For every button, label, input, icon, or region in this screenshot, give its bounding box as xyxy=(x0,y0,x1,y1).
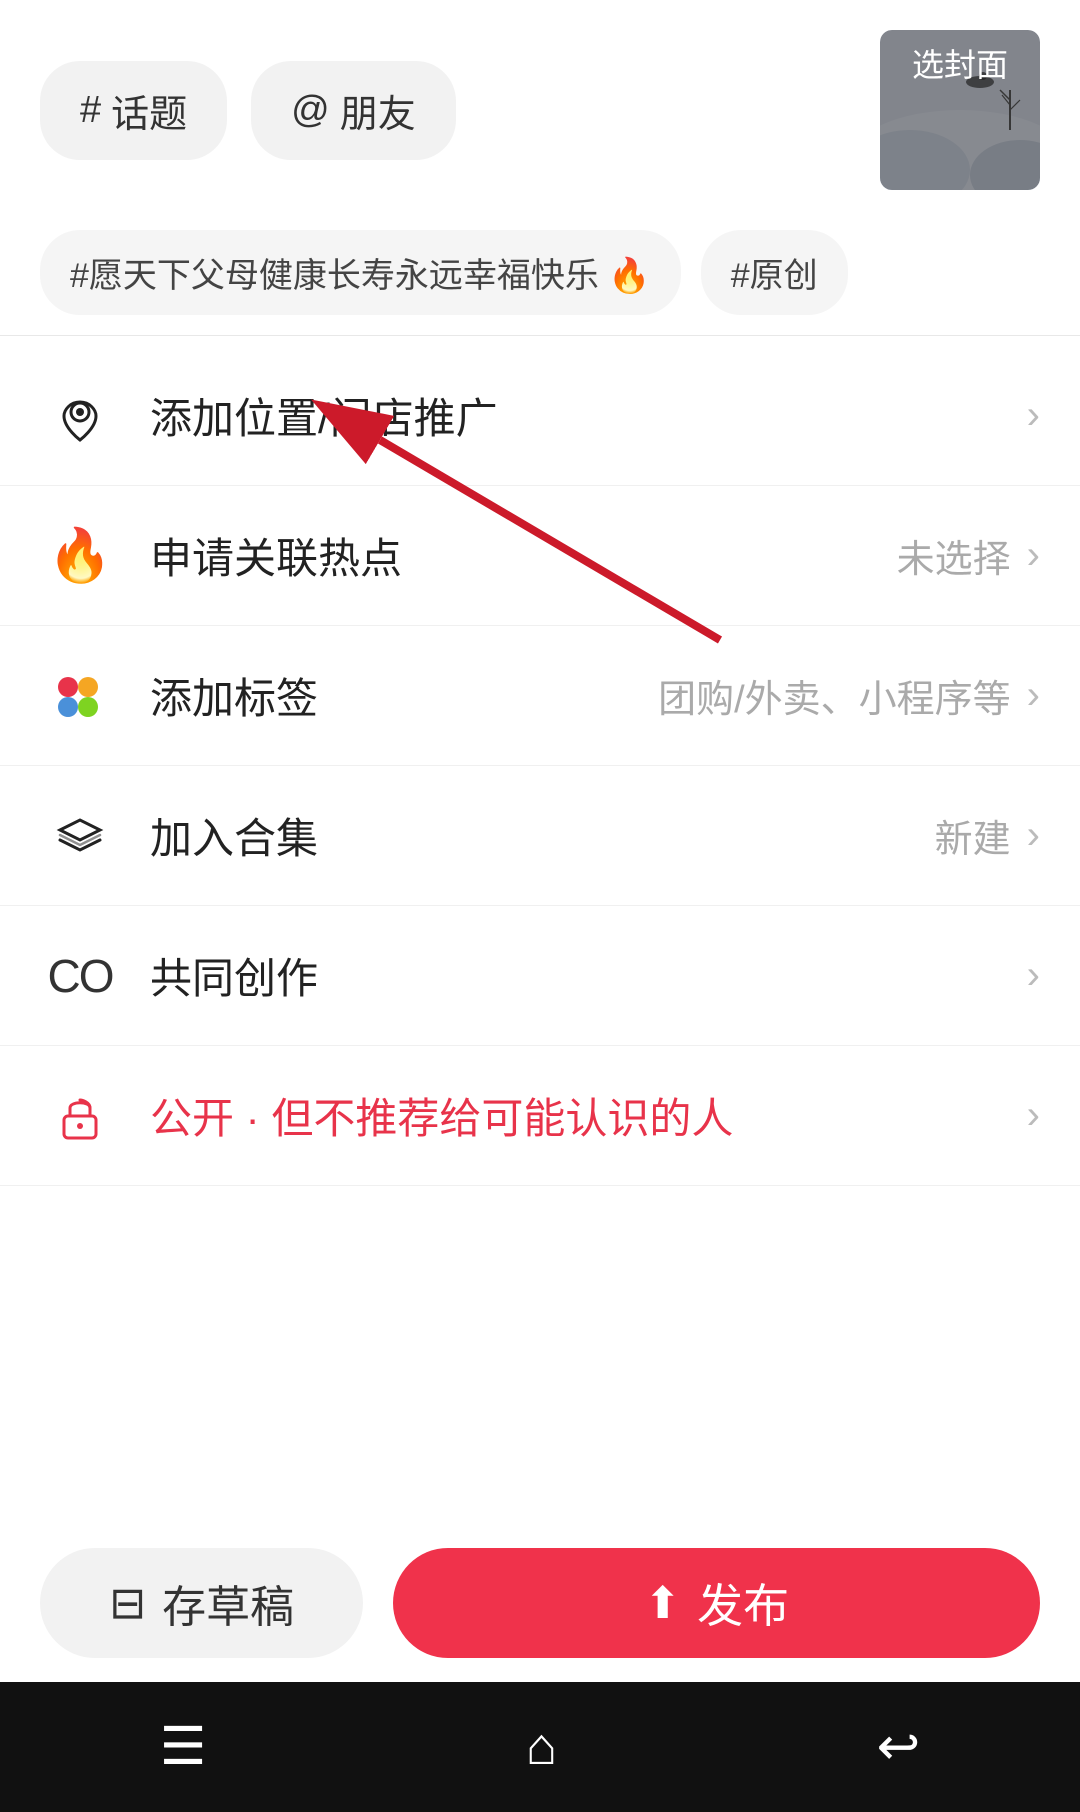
collab-label: 共同创作 xyxy=(150,945,1027,1006)
hashtag-text-2: #原创 xyxy=(731,248,818,297)
layers-icon xyxy=(40,796,120,876)
draft-icon: ⊟ xyxy=(109,1578,146,1629)
co-icon: CO xyxy=(40,936,120,1016)
tag-chevron: › xyxy=(1027,673,1040,718)
hotspot-label: 申请关联热点 xyxy=(150,525,897,586)
nav-back-button[interactable]: ↩ xyxy=(877,1717,921,1777)
tag-label: 添加标签 xyxy=(150,665,658,726)
nav-home-button[interactable]: ⌂ xyxy=(526,1717,557,1777)
publish-button[interactable]: ⬆ 发布 xyxy=(393,1548,1040,1658)
nav-menu-button[interactable]: ☰ xyxy=(160,1717,207,1777)
hashtag-text-1: #愿天下父母健康长寿永远幸福快乐 🔥 xyxy=(70,248,651,297)
collection-value: 新建 xyxy=(935,808,1011,863)
cover-label[interactable]: 选封面 xyxy=(880,30,1040,190)
location-chevron: › xyxy=(1027,393,1040,438)
cover-label-text: 选封面 xyxy=(912,47,1008,83)
top-section: # 话题 @ 朋友 选封面 xyxy=(0,0,1080,210)
menu-item-collab[interactable]: CO 共同创作 › xyxy=(0,906,1080,1046)
collab-chevron: › xyxy=(1027,953,1040,998)
location-icon xyxy=(40,376,120,456)
publish-icon: ⬆ xyxy=(644,1578,681,1629)
menu-item-tag[interactable]: 添加标签 团购/外卖、小程序等 › xyxy=(0,626,1080,766)
collection-label: 加入合集 xyxy=(150,805,935,866)
privacy-label: 公开 · 但不推荐给可能认识的人 xyxy=(150,1085,1027,1146)
hashtag-row: #愿天下父母健康长寿永远幸福快乐 🔥 #原创 xyxy=(0,210,1080,336)
draft-button[interactable]: ⊟ 存草稿 xyxy=(40,1548,363,1658)
draft-label: 存草稿 xyxy=(162,1571,294,1635)
hashtag-label: 话题 xyxy=(111,83,187,138)
mention-icon: @ xyxy=(291,89,330,132)
menu-item-collection[interactable]: 加入合集 新建 › xyxy=(0,766,1080,906)
hashtag-pill-1[interactable]: #愿天下父母健康长寿永远幸福快乐 🔥 xyxy=(40,230,681,315)
hotspot-chevron: › xyxy=(1027,533,1040,578)
menu-icon: ☰ xyxy=(160,1718,207,1776)
nav-bar: ☰ ⌂ ↩ xyxy=(0,1682,1080,1812)
location-label: 添加位置/门店推广 xyxy=(150,385,1027,446)
menu-item-location[interactable]: 添加位置/门店推广 › xyxy=(0,346,1080,486)
fire-icon: 🔥 xyxy=(40,516,120,596)
dots-icon xyxy=(40,656,120,736)
hashtag-icon: # xyxy=(80,89,101,132)
cover-thumbnail[interactable]: 选封面 xyxy=(880,30,1040,190)
menu-item-privacy[interactable]: 公开 · 但不推荐给可能认识的人 › xyxy=(0,1046,1080,1186)
mention-label: 朋友 xyxy=(340,83,416,138)
menu-list: 添加位置/门店推广 › 🔥 申请关联热点 未选择 › 添加标签 团购/外卖、小程… xyxy=(0,346,1080,1186)
collection-chevron: › xyxy=(1027,813,1040,858)
home-icon: ⌂ xyxy=(526,1718,557,1776)
privacy-chevron: › xyxy=(1027,1093,1040,1138)
bottom-action-bar: ⊟ 存草稿 ⬆ 发布 xyxy=(0,1524,1080,1682)
mention-button[interactable]: @ 朋友 xyxy=(251,61,456,160)
hashtag-pill-2[interactable]: #原创 xyxy=(701,230,848,315)
hotspot-value: 未选择 xyxy=(897,528,1011,583)
publish-label: 发布 xyxy=(697,1570,789,1636)
lock-icon xyxy=(40,1076,120,1156)
back-icon: ↩ xyxy=(877,1718,921,1776)
menu-item-hotspot[interactable]: 🔥 申请关联热点 未选择 › xyxy=(0,486,1080,626)
hashtag-button[interactable]: # 话题 xyxy=(40,61,227,160)
tag-value: 团购/外卖、小程序等 xyxy=(658,668,1011,723)
